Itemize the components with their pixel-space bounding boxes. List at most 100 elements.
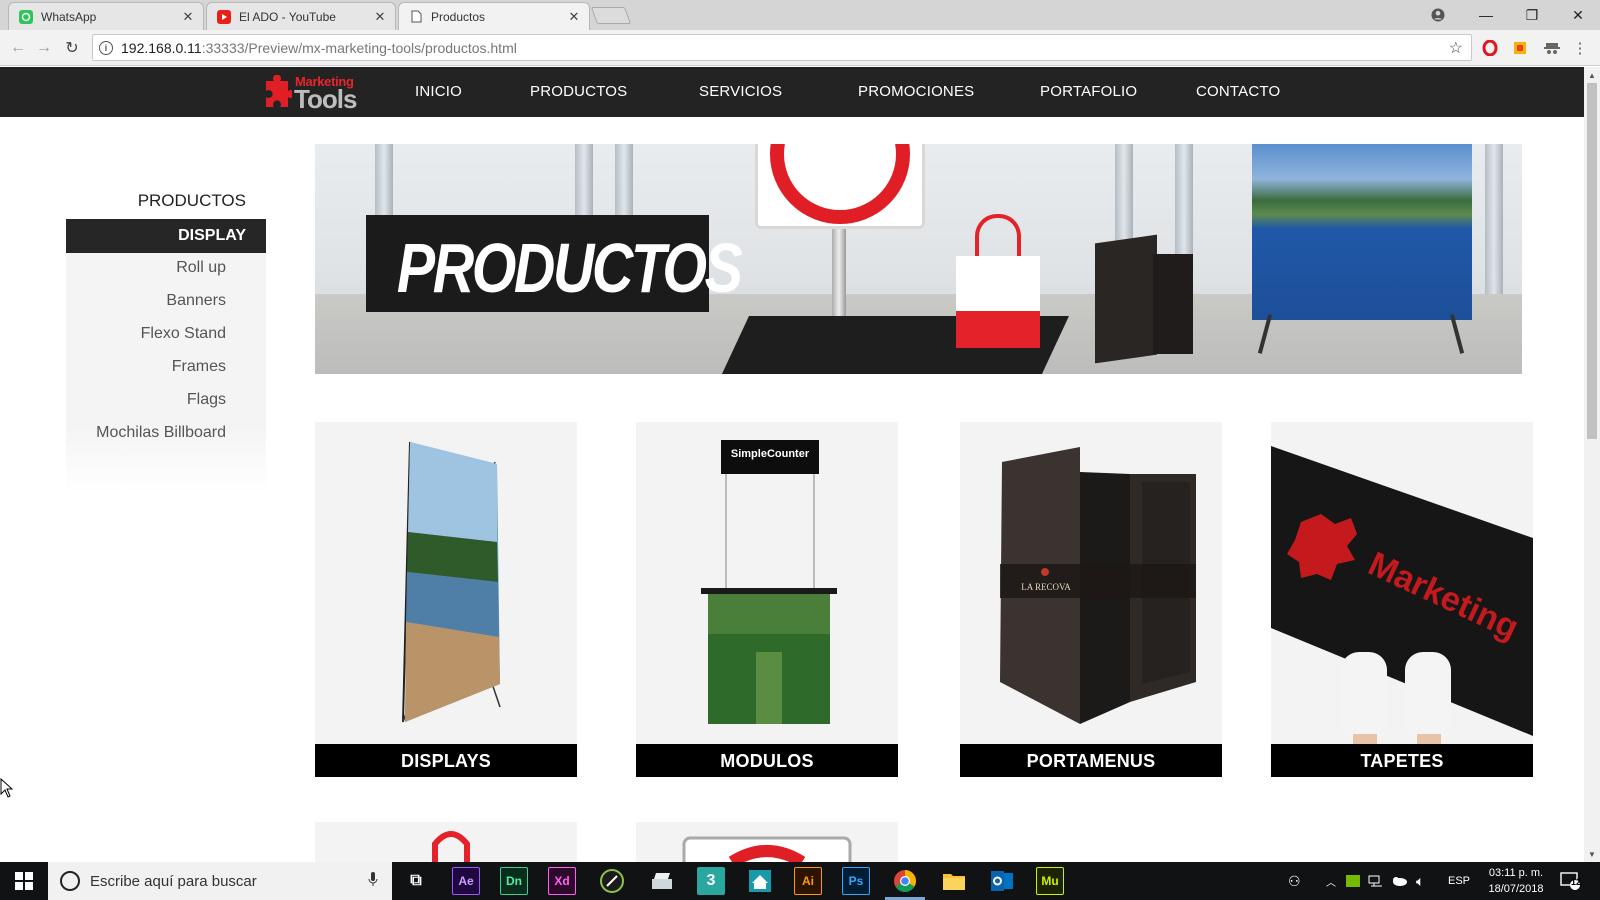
restore-window-icon[interactable]: ❐ [1510, 0, 1554, 30]
incognito-extension-icon[interactable] [1542, 38, 1562, 58]
3d-app-icon[interactable]: 3 [697, 867, 725, 895]
promo-counter-module-image: SimpleCounter [636, 422, 898, 744]
new-tab-button[interactable] [590, 7, 632, 24]
menu-holder-image: LA RECOVA [960, 422, 1222, 744]
taskbar-clock[interactable]: 03:11 p. m. 18/07/2018 [1480, 865, 1552, 897]
logo-mat-image: Marketing [1271, 422, 1533, 744]
sidebar-title: PRODUCTOS [137, 191, 246, 210]
sidebar-item-display[interactable]: DISPLAY [66, 219, 266, 253]
nav-promociones[interactable]: PROMOCIONES [858, 83, 974, 100]
extension-icon[interactable] [1510, 38, 1530, 58]
sidebar-item-flexo-stand[interactable]: Flexo Stand [141, 325, 226, 343]
hero-title: PRODUCTOS [396, 229, 743, 307]
logo-text-bottom: Tools [294, 84, 357, 114]
menu-brand-text: LA RECOVA [1021, 582, 1071, 592]
gpu-tray-icon[interactable] [1346, 862, 1360, 900]
close-tab-icon[interactable]: ✕ [373, 9, 387, 25]
sign-pole [832, 229, 846, 319]
sidebar-item-roll-up[interactable]: Roll up [176, 259, 226, 277]
xd-icon[interactable]: Xd [548, 867, 576, 895]
windows-taskbar: Escribe aquí para buscar ⧉ Ae Dn Xd 3 Ai… [0, 862, 1600, 900]
mouse-cursor-icon [0, 778, 14, 798]
nav-portafolio[interactable]: PORTAFOLIO [1040, 83, 1137, 100]
address-bar[interactable]: i 192.168.0.11 :33333/Preview/mx-marketi… [92, 34, 1472, 61]
close-window-icon[interactable]: ✕ [1556, 0, 1600, 30]
browser-toolbar: ← → ↻ i 192.168.0.11 :33333/Preview/mx-m… [0, 30, 1600, 66]
clock-date: 18/07/2018 [1488, 883, 1544, 895]
nav-contacto[interactable]: CONTACTO [1196, 83, 1280, 100]
page-scrollbar[interactable]: ▲ ▼ [1584, 67, 1600, 862]
product-card-tapetes[interactable]: Marketing TAPETES [1271, 422, 1533, 777]
tab-whatsapp[interactable]: WhatsApp ✕ [8, 2, 204, 30]
volume-icon[interactable]: 🔈︎ [1416, 862, 1424, 900]
product-label: TAPETES [1271, 744, 1533, 777]
dimension-icon[interactable]: Dn [500, 867, 528, 895]
sidebar-item-banners[interactable]: Banners [166, 292, 226, 310]
product-label: MODULOS [636, 744, 898, 777]
sidebar-item-mochilas-billboard[interactable]: Mochilas Billboard [96, 424, 226, 442]
photoshop-icon[interactable]: Ps [842, 867, 870, 895]
scrollbar-thumb[interactable] [1587, 83, 1597, 439]
tab-productos[interactable]: Productos ✕ [398, 2, 590, 30]
people-icon[interactable]: ⚇ [1288, 862, 1301, 900]
nav-productos[interactable]: PRODUCTOS [530, 83, 627, 100]
nav-inicio[interactable]: INICIO [415, 83, 462, 100]
close-tab-icon[interactable]: ✕ [181, 9, 195, 25]
muse-icon[interactable]: Mu [1036, 867, 1064, 895]
site-logo[interactable]: Marketing Tools [262, 73, 362, 114]
onedrive-icon[interactable] [1390, 862, 1408, 900]
language-indicator[interactable]: ESP [1448, 862, 1470, 900]
chrome-icon[interactable] [891, 867, 919, 895]
landscape-display-image [1252, 144, 1472, 320]
x-banner-display-image [315, 422, 577, 744]
module-sign-text: SimpleCounter [730, 448, 810, 460]
sidebar-item-frames[interactable]: Frames [172, 358, 226, 376]
vector-app-icon[interactable] [598, 867, 626, 895]
product-card-modulos[interactable]: SimpleCounter MODULOS [636, 422, 898, 777]
reload-icon[interactable]: ↻ [60, 36, 84, 60]
microphone-icon[interactable] [368, 872, 378, 891]
tote-bag-image [956, 256, 1040, 348]
windows-logo-icon [15, 872, 33, 890]
product-card-displays[interactable]: DISPLAYS [315, 422, 577, 777]
task-view-icon[interactable]: ⧉ [402, 867, 430, 895]
product-card-partial[interactable] [636, 822, 898, 862]
taskbar-search-input[interactable]: Escribe aquí para buscar [48, 862, 392, 900]
show-hidden-icons-icon[interactable]: ︿ [1326, 862, 1336, 900]
bookmark-star-icon[interactable]: ☆ [1449, 38, 1463, 58]
scroll-down-arrow-icon[interactable]: ▼ [1584, 846, 1600, 862]
tab-youtube[interactable]: El ADO - YouTube ✕ [206, 2, 396, 30]
puzzle-logo-icon [266, 75, 292, 107]
clock-time: 03:11 p. m. [1488, 867, 1544, 879]
windows-start-button[interactable] [0, 862, 48, 900]
scanner-app-icon[interactable] [648, 867, 676, 895]
browser-tab-strip: WhatsApp ✕ El ADO - YouTube ✕ Productos … [0, 0, 1600, 30]
outlook-icon[interactable] [988, 867, 1016, 895]
network-icon[interactable] [1368, 862, 1384, 900]
forward-arrow-icon[interactable]: → [32, 36, 56, 60]
cortana-icon [60, 871, 80, 891]
nav-servicios[interactable]: SERVICIOS [699, 83, 782, 100]
product-card-portamenus[interactable]: LA RECOVA PORTAMENUS [960, 422, 1222, 777]
document-icon [409, 10, 423, 24]
file-explorer-icon[interactable] [940, 867, 968, 895]
close-tab-icon[interactable]: ✕ [567, 9, 581, 25]
after-effects-icon[interactable]: Ae [452, 867, 480, 895]
sidebar-item-flags[interactable]: Flags [187, 391, 226, 409]
info-icon[interactable]: i [99, 40, 113, 55]
minimize-window-icon[interactable]: — [1464, 0, 1508, 30]
house-app-icon[interactable] [746, 867, 774, 895]
scroll-up-arrow-icon[interactable]: ▲ [1584, 67, 1600, 83]
tab-title: WhatsApp [41, 9, 97, 24]
action-center-icon[interactable]: 12 [1560, 862, 1581, 900]
product-card-partial[interactable] [315, 822, 577, 862]
opera-extension-icon[interactable] [1480, 38, 1500, 58]
menu-holder-image [1095, 234, 1157, 364]
profile-icon[interactable] [1416, 0, 1460, 30]
more-menu-icon[interactable]: ⋮ [1570, 38, 1590, 58]
product-label: PORTAMENUS [960, 744, 1222, 777]
url-path: :33333/Preview/mx-marketing-tools/produc… [201, 39, 517, 56]
menu-holder-image [1153, 254, 1193, 354]
illustrator-icon[interactable]: Ai [794, 867, 822, 895]
back-arrow-icon[interactable]: ← [6, 36, 30, 60]
